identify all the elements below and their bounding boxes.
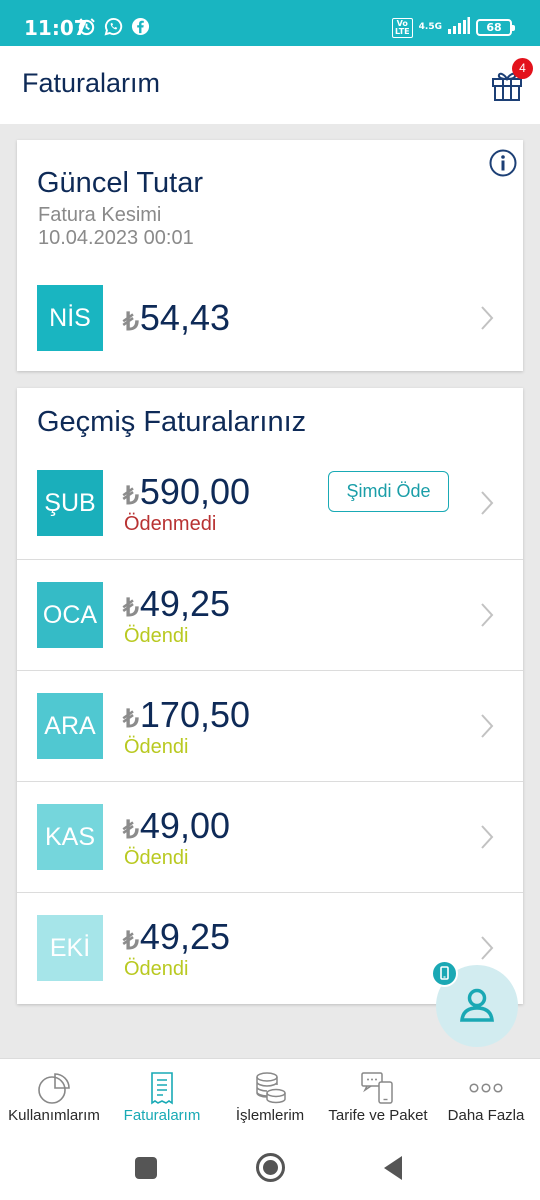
back-icon[interactable] — [382, 1155, 404, 1181]
info-icon[interactable] — [488, 148, 518, 178]
chevron-right-icon[interactable] — [479, 824, 495, 850]
system-navigation-bar — [0, 1135, 540, 1200]
signal-icon — [448, 17, 470, 38]
current-amount: ₺54,43 — [123, 300, 230, 336]
amount-value: 49,00 — [139, 805, 230, 846]
month-box: KAS — [37, 804, 103, 870]
nav-label: Tarife ve Paket — [328, 1107, 428, 1124]
chevron-right-icon[interactable] — [479, 713, 495, 739]
current-bill-card: Güncel Tutar Fatura Kesimi 10.04.2023 00… — [17, 140, 523, 371]
network-type: 4.5G — [418, 22, 442, 32]
bill-row[interactable]: KAS ₺49,00 Ödendi — [17, 781, 523, 892]
receipt-icon — [151, 1072, 173, 1105]
nav-label: Faturalarım — [123, 1107, 201, 1124]
mobile-icon — [431, 960, 458, 987]
bill-amount: ₺170,50 — [123, 697, 250, 733]
coins-icon — [256, 1072, 286, 1104]
chevron-right-icon[interactable] — [479, 602, 495, 628]
month-box: OCA — [37, 582, 103, 648]
bill-cut-label: Fatura Kesimi — [38, 204, 162, 226]
nav-label: Kullanımlarım — [8, 1107, 100, 1124]
amount-value: 49,25 — [139, 583, 230, 624]
chevron-right-icon[interactable] — [479, 305, 495, 331]
bill-row[interactable]: ŞUB ₺590,00 Ödenmedi Şimdi Öde — [17, 448, 523, 559]
chevron-right-icon[interactable] — [479, 490, 495, 516]
amount-value: 590,00 — [139, 471, 251, 512]
month-box: NİS — [37, 285, 103, 351]
alarm-icon — [77, 17, 96, 36]
pay-now-button[interactable]: Şimdi Öde — [328, 471, 449, 512]
pie-chart-icon — [38, 1073, 70, 1104]
bill-amount: ₺590,00 — [123, 474, 250, 510]
status-right: Vo LTE 4.5G 68 — [391, 17, 515, 38]
amount-value: 49,25 — [139, 916, 230, 957]
nav-label: İşlemlerim — [235, 1107, 305, 1124]
amount-value: 54,43 — [139, 297, 230, 338]
currency-symbol: ₺ — [123, 308, 139, 336]
currency-symbol: ₺ — [123, 927, 139, 955]
app-bar: Faturalarım — [0, 46, 540, 124]
currency-symbol: ₺ — [123, 816, 139, 844]
payment-status: Ödenmedi — [124, 513, 217, 535]
bill-amount: ₺49,25 — [123, 919, 230, 955]
facebook-icon — [131, 17, 150, 36]
bill-amount: ₺49,25 — [123, 586, 230, 622]
payment-status: Ödendi — [124, 958, 189, 980]
currency-symbol: ₺ — [123, 482, 139, 510]
battery-icon: 68 — [476, 19, 515, 36]
history-title: Geçmiş Faturalarınız — [37, 406, 307, 438]
chevron-right-icon[interactable] — [479, 935, 495, 961]
bottom-navigation: Kullanımlarım Faturalarım İşlemlerim Tar… — [0, 1058, 540, 1135]
gift-badge: 4 — [512, 58, 533, 79]
current-amount-title: Güncel Tutar — [37, 167, 204, 199]
nav-tariff[interactable]: Tarife ve Paket — [324, 1059, 432, 1136]
currency-symbol: ₺ — [123, 705, 139, 733]
page-title: Faturalarım — [22, 68, 161, 98]
phone-chat-icon — [361, 1072, 393, 1104]
volte-indicator: Vo LTE — [391, 17, 413, 38]
month-box: ŞUB — [37, 470, 103, 536]
month-box: EKİ — [37, 915, 103, 981]
payment-status: Ödendi — [124, 625, 189, 647]
status-bar: 11:07 Vo LTE 4.5G 68 — [0, 0, 540, 46]
status-left-icons — [77, 17, 150, 36]
nav-usage[interactable]: Kullanımlarım — [0, 1059, 108, 1136]
nav-label: Daha Fazla — [447, 1107, 525, 1124]
bill-amount: ₺49,00 — [123, 808, 230, 844]
bill-history-card: Geçmiş Faturalarınız ŞUB ₺590,00 Ödenmedi Ş… — [17, 388, 523, 1004]
more-dots-icon — [469, 1083, 503, 1093]
home-icon[interactable] — [255, 1152, 286, 1183]
whatsapp-icon — [104, 17, 123, 36]
currency-symbol: ₺ — [123, 594, 139, 622]
bill-cut-date: 10.04.2023 00:01 — [38, 227, 194, 249]
payment-status: Ödendi — [124, 736, 189, 758]
nav-bills[interactable]: Faturalarım — [108, 1059, 216, 1136]
month-box: ARA — [37, 693, 103, 759]
nav-more[interactable]: Daha Fazla — [432, 1059, 540, 1136]
bill-row[interactable]: OCA ₺49,25 Ödendi — [17, 559, 523, 670]
bill-row[interactable]: ARA ₺170,50 Ödendi — [17, 670, 523, 781]
nav-transactions[interactable]: İşlemlerim — [216, 1059, 324, 1136]
payment-status: Ödendi — [124, 847, 189, 869]
amount-value: 170,50 — [139, 694, 251, 735]
recent-apps-icon[interactable] — [134, 1156, 158, 1180]
